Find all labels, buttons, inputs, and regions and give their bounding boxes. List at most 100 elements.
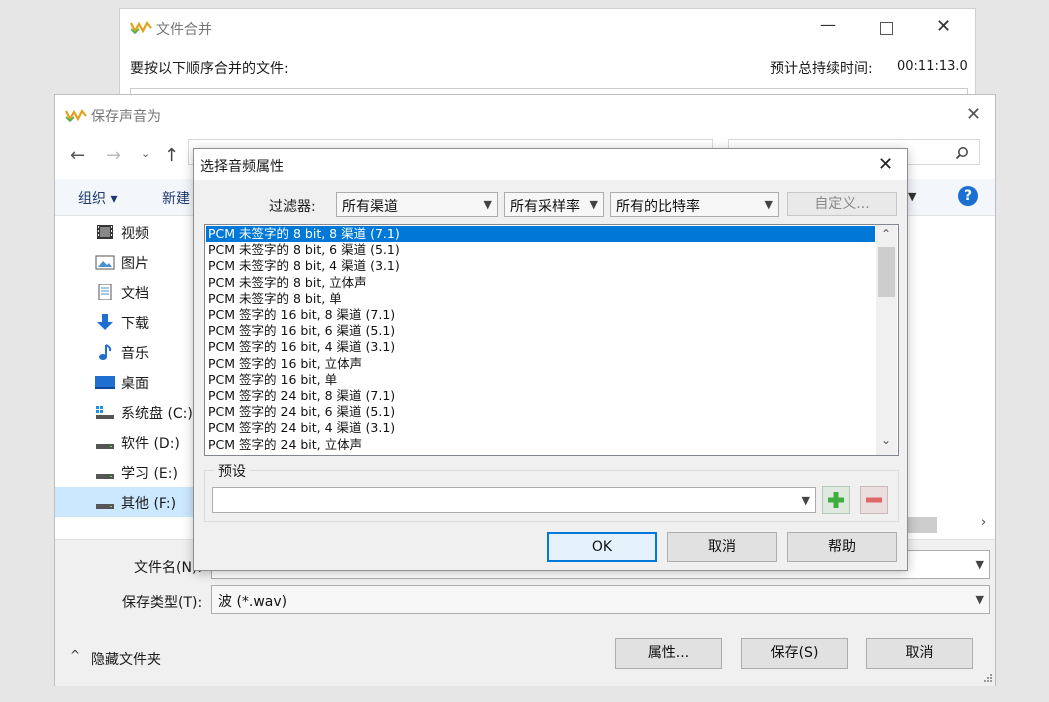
format-list-item[interactable]: PCM 签字的 16 bit, 8 渠道 (7.1) (206, 307, 875, 323)
properties-button[interactable]: 属性... (615, 638, 722, 669)
remove-preset-button[interactable] (860, 486, 888, 514)
nav-item-label: 文档 (121, 286, 149, 302)
horizontal-scrollbar[interactable] (905, 517, 937, 533)
nav-item-pictures[interactable]: 图片 (55, 247, 195, 277)
music-icon (99, 344, 112, 360)
navigation-pane: 视频 图片 文档 下载 音乐 桌面 系统盘 (C:) 软件 (D:) 学习 (E… (55, 217, 195, 537)
hide-folders-toggle[interactable]: 隐藏文件夹 (91, 649, 161, 669)
nav-item-documents[interactable]: 文档 (55, 277, 195, 307)
scroll-right-icon[interactable]: › (981, 515, 986, 530)
format-list-item[interactable]: PCM 签字的 24 bit, 4 渠道 (3.1) (206, 420, 875, 436)
minus-icon (866, 497, 882, 503)
nav-item-label: 视频 (121, 226, 149, 242)
format-list-item[interactable]: PCM 签字的 24 bit, 6 渠道 (5.1) (206, 404, 875, 420)
scrollbar-thumb[interactable] (878, 247, 895, 297)
app-logo-icon (130, 20, 152, 34)
chevron-down-icon: ▼ (483, 198, 492, 211)
documents-icon (98, 284, 112, 300)
nav-item-label: 学习 (E:) (121, 466, 178, 482)
nav-item-video[interactable]: 视频 (55, 217, 195, 247)
help-button[interactable]: 帮助 (787, 532, 897, 562)
cancel-button[interactable]: 取消 (667, 532, 777, 562)
chevron-down-icon: ▼ (975, 593, 984, 606)
nav-item-drive-e[interactable]: 学习 (E:) (55, 457, 195, 487)
desktop-icon (95, 376, 115, 389)
format-list-item[interactable]: PCM 未签字的 8 bit, 4 渠道 (3.1) (206, 258, 875, 274)
recent-dropdown-icon[interactable]: ⌄ (141, 147, 150, 160)
scroll-down-icon[interactable]: ⌄ (881, 433, 891, 447)
chevron-down-icon: ▼ (589, 198, 598, 211)
preset-label: 预设 (214, 461, 250, 481)
chevron-down-icon: ▼ (801, 494, 810, 507)
nav-item-desktop[interactable]: 桌面 (55, 367, 195, 397)
minimize-icon[interactable]: — (820, 15, 836, 34)
nav-item-label: 桌面 (121, 376, 149, 392)
save-window-title: 保存声音为 (91, 109, 161, 125)
scroll-up-icon[interactable]: ⌃ (881, 227, 891, 241)
close-icon[interactable]: ✕ (936, 16, 951, 37)
chevron-down-icon: ▼ (975, 558, 984, 571)
new-folder-button[interactable]: 新建 (162, 188, 190, 208)
format-list-item[interactable]: PCM 未签字的 8 bit, 6 渠道 (5.1) (206, 242, 875, 258)
nav-item-music[interactable]: 音乐 (55, 337, 195, 367)
filetype-value: 波 (*.wav) (218, 594, 288, 610)
video-icon (97, 225, 113, 239)
merge-window: 文件合并 — ✕ 要按以下顺序合并的文件: 预计总持续时间: 00:11:13.… (119, 8, 976, 108)
close-icon[interactable]: ✕ (878, 154, 893, 175)
nav-item-label: 系统盘 (C:) (121, 406, 193, 422)
duration-label: 预计总持续时间: (770, 61, 873, 77)
channels-filter-value: 所有渠道 (342, 199, 398, 215)
forward-arrow-icon[interactable]: → (106, 145, 121, 166)
help-icon[interactable]: ? (958, 186, 978, 206)
filename-label: 文件名(N): (134, 560, 203, 576)
drive-icon (96, 474, 114, 479)
close-icon[interactable]: ✕ (966, 104, 981, 125)
format-list-item[interactable]: PCM 签字的 16 bit, 单 (206, 372, 875, 388)
pictures-icon (95, 255, 115, 270)
nav-item-label: 图片 (121, 256, 149, 272)
cancel-button[interactable]: 取消 (866, 638, 973, 669)
format-list-item[interactable]: PCM 签字的 24 bit, 8 渠道 (7.1) (206, 388, 875, 404)
system-drive-icon (96, 406, 114, 419)
nav-item-label: 下载 (121, 316, 149, 332)
back-arrow-icon[interactable]: ← (70, 145, 85, 166)
channels-filter-select[interactable]: 所有渠道 ▼ (336, 192, 498, 217)
filter-label: 过滤器: (269, 199, 316, 215)
nav-item-drive-d[interactable]: 软件 (D:) (55, 427, 195, 457)
plus-icon (828, 492, 844, 508)
search-icon[interactable] (955, 146, 969, 160)
sample-rate-filter-select[interactable]: 所有采样率 ▼ (504, 192, 604, 217)
nav-item-downloads[interactable]: 下载 (55, 307, 195, 337)
filetype-select[interactable]: 波 (*.wav) ▼ (211, 585, 990, 614)
format-list-item[interactable]: PCM 未签字的 8 bit, 8 渠道 (7.1) (206, 226, 875, 242)
merge-instruction: 要按以下顺序合并的文件: (130, 61, 289, 77)
add-preset-button[interactable] (822, 486, 850, 514)
resize-grip-icon[interactable] (981, 671, 993, 683)
save-button[interactable]: 保存(S) (741, 638, 848, 669)
drive-icon (96, 504, 114, 509)
ok-button[interactable]: OK (547, 532, 657, 562)
nav-item-label: 其他 (F:) (121, 496, 177, 512)
custom-button: 自定义... (787, 192, 897, 216)
chevron-up-icon[interactable]: ^ (70, 648, 80, 662)
format-list-item[interactable]: PCM 未签字的 8 bit, 单 (206, 291, 875, 307)
preset-select[interactable]: ▼ (212, 487, 816, 513)
nav-item-system-drive[interactable]: 系统盘 (C:) (55, 397, 195, 427)
format-list-item[interactable]: PCM 签字的 16 bit, 6 渠道 (5.1) (206, 323, 875, 339)
nav-item-drive-f[interactable]: 其他 (F:) (55, 487, 195, 517)
format-list-item[interactable]: PCM 签字的 16 bit, 立体声 (206, 356, 875, 372)
bitrate-filter-value: 所有的比特率 (616, 199, 700, 215)
bitrate-filter-select[interactable]: 所有的比特率 ▼ (610, 192, 779, 217)
up-arrow-icon[interactable]: ↑ (164, 145, 179, 166)
app-logo-icon (65, 108, 87, 122)
maximize-icon[interactable] (880, 22, 893, 35)
view-dropdown-icon[interactable]: ▼ (908, 190, 916, 203)
sample-rate-filter-value: 所有采样率 (510, 199, 580, 215)
organize-menu[interactable]: 组织 ▾ (78, 188, 117, 208)
dialog-title: 选择音频属性 (200, 159, 284, 175)
format-list[interactable]: PCM 未签字的 8 bit, 8 渠道 (7.1) PCM 未签字的 8 bit… (204, 224, 899, 456)
format-list-item[interactable]: PCM 签字的 16 bit, 4 渠道 (3.1) (206, 339, 875, 355)
format-list-item[interactable]: PCM 未签字的 8 bit, 立体声 (206, 275, 875, 291)
format-list-item[interactable]: PCM 签字的 24 bit, 立体声 (206, 437, 875, 453)
audio-properties-dialog: 选择音频属性 ✕ 过滤器: 所有渠道 ▼ 所有采样率 ▼ 所有的比特率 ▼ 自定… (193, 148, 908, 571)
